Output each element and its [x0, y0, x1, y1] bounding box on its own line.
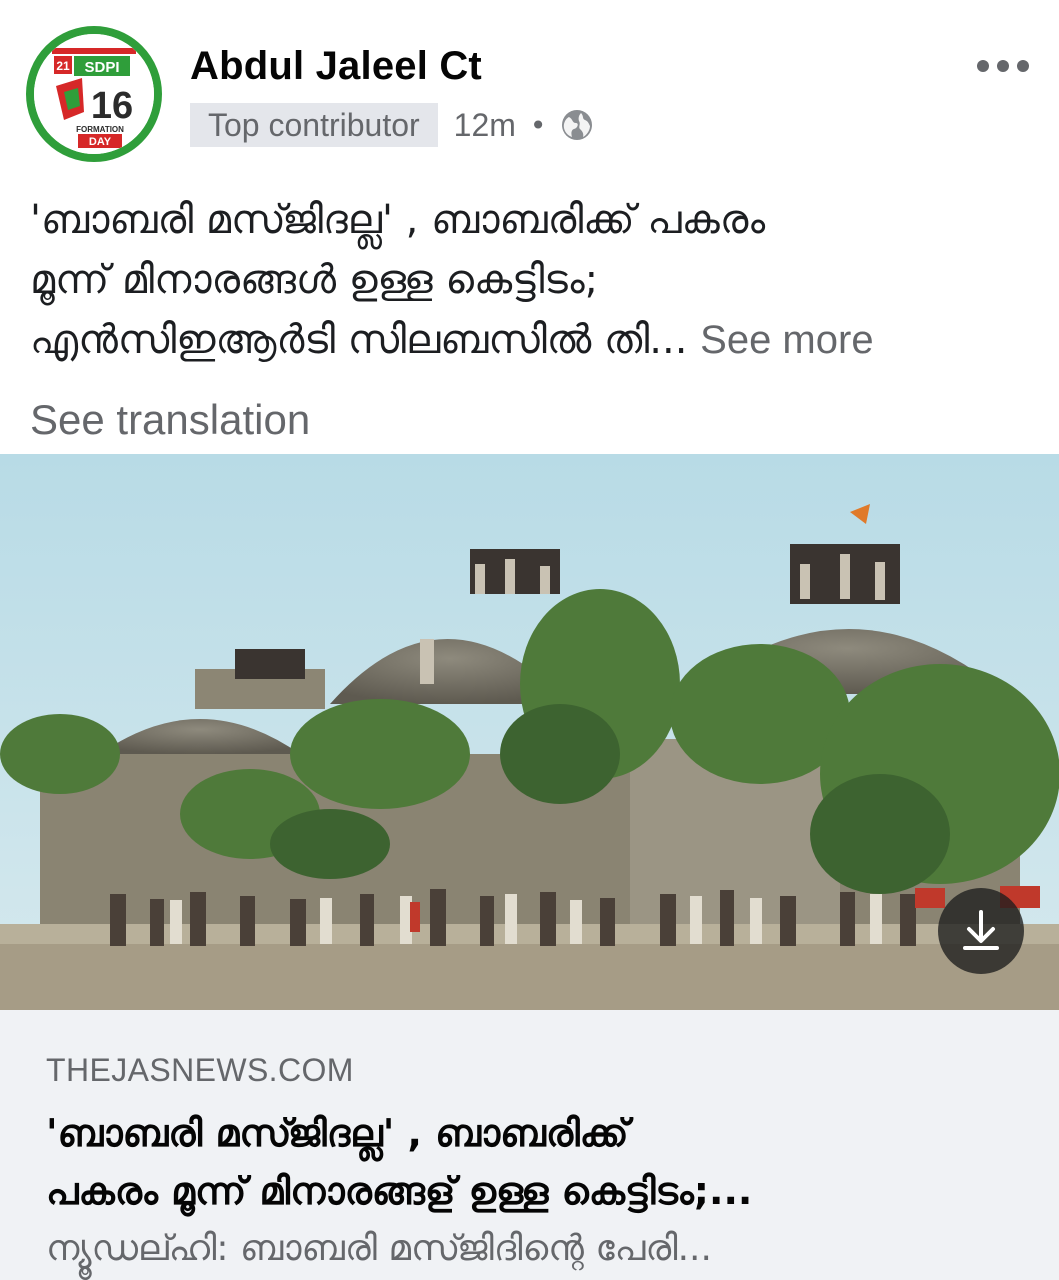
sdpi-logo-icon: 21 SDPI 16 FORMATION DAY: [34, 34, 154, 154]
meta-separator: •: [529, 108, 547, 142]
more-horizontal-icon[interactable]: [975, 52, 1031, 80]
download-icon: [963, 910, 999, 950]
post-text-line: മൂന്ന് മിനാരങ്ങൾ ഉള്ള കെട്ടിടം;: [30, 257, 599, 303]
link-title[interactable]: 'ബാബരി മസ്ജിദല്ല' , ബാബരിക്ക് പകരം മൂന്ന…: [46, 1104, 1026, 1220]
author-name[interactable]: Abdul Jaleel Ct: [190, 44, 482, 89]
avatar-bottom-text-2: DAY: [89, 136, 112, 148]
post-text: 'ബാബരി മസ്ജിദല്ല' , ബാബരിക്ക് പകരം മൂന്ന…: [30, 190, 1030, 370]
link-description: ന്യൂഡല്ഹി: ബാബരി മസ്ജിദിന്റെ പേരി...: [46, 1228, 712, 1269]
avatar-bottom-text: FORMATION: [76, 125, 124, 134]
download-button[interactable]: [938, 888, 1024, 974]
post-text-line: 'ബാബരി മസ്ജിദല്ല' , ബാബരിക്ക് പകരം: [30, 197, 766, 243]
link-title-line: പകരം മൂന്ന് മിനാരങ്ങള് ഉള്ള കെട്ടിടം;...: [46, 1169, 753, 1213]
globe-icon: [562, 110, 593, 140]
see-translation-link[interactable]: See translation: [30, 396, 310, 444]
see-more-link[interactable]: See more: [700, 318, 873, 362]
avatar-top-text: SDPI: [84, 59, 119, 76]
post-photo[interactable]: [0, 454, 1059, 1010]
post-header: 21 SDPI 16 FORMATION DAY Abdul Jaleel Ct…: [0, 0, 1059, 170]
avatar-number: 16: [91, 85, 133, 127]
post-text-line-last: എന്‍സിഇആര്‍ടി സിലബസിൽ തി... See more: [30, 310, 1030, 370]
post-meta: Top contributor 12m •: [190, 103, 594, 147]
post-time[interactable]: 12m: [454, 107, 516, 144]
link-domain: THEJASNEWS.COM: [46, 1052, 354, 1088]
top-contributor-badge[interactable]: Top contributor: [190, 103, 438, 147]
mosque-crowd-image: [0, 454, 1059, 1010]
link-title-line: 'ബാബരി മസ്ജിദല്ല' , ബാബരിക്ക്: [46, 1111, 629, 1155]
avatar[interactable]: 21 SDPI 16 FORMATION DAY: [26, 26, 162, 162]
post-text-line: എന്‍സിഇആര്‍ടി സിലബസിൽ തി...: [30, 317, 688, 363]
avatar-date: 21: [56, 59, 70, 73]
